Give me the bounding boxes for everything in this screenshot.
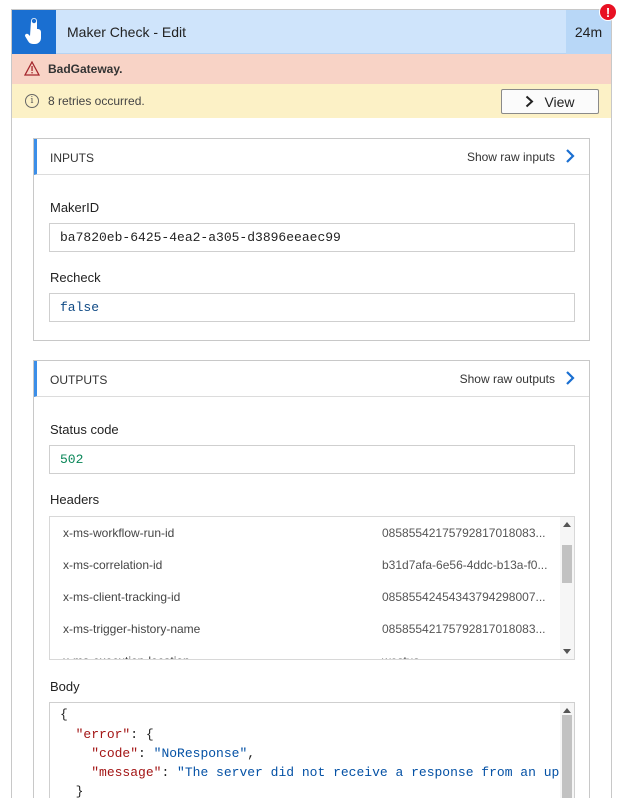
inputs-title: INPUTS — [50, 151, 95, 165]
warning-icon — [24, 61, 40, 76]
action-card: Maker Check - Edit 24m BadGateway. i 8 r… — [11, 9, 612, 798]
body-code-box[interactable]: { "error": { "code": "NoResponse", "mess… — [49, 702, 575, 798]
json-key: "message" — [91, 765, 162, 780]
scroll-thumb[interactable] — [562, 545, 572, 583]
code-line: } — [60, 784, 84, 798]
scroll-up-icon[interactable] — [563, 522, 571, 527]
header-row: x-ms-workflow-run-id 0858554217579281701… — [50, 517, 560, 549]
scroll-down-icon[interactable] — [563, 649, 571, 654]
header-row: x-ms-trigger-history-name 08585542175792… — [50, 613, 560, 645]
retry-banner: i 8 retries occurred. View — [12, 84, 611, 118]
header-key: x-ms-trigger-history-name — [63, 622, 201, 636]
body-label: Body — [50, 679, 80, 694]
code-line: "message": "The server did not receive a… — [60, 765, 575, 780]
scroll-up-icon[interactable] — [563, 708, 571, 713]
json-key: "error" — [75, 727, 131, 742]
body-scrollbar[interactable] — [560, 703, 574, 798]
outputs-header: OUTPUTS Show raw outputs — [34, 361, 589, 397]
makerid-value: ba7820eb-6425-4ea2-a305-d3896eeaec99 — [49, 223, 575, 252]
outputs-section: OUTPUTS Show raw outputs Status code 502… — [33, 360, 590, 798]
json-key: "code" — [91, 746, 139, 761]
header-row: x-ms-client-tracking-id 0858554245434379… — [50, 581, 560, 613]
outputs-title: OUTPUTS — [50, 373, 108, 387]
header-key: x-ms-client-tracking-id — [63, 590, 181, 604]
code-line: "error": { — [60, 727, 154, 742]
header-value: 08585542175792817018083... — [382, 526, 546, 540]
header-key: x-ms-correlation-id — [63, 558, 163, 572]
show-raw-inputs-link[interactable]: Show raw inputs — [467, 150, 555, 164]
inputs-header: INPUTS Show raw inputs — [34, 139, 589, 175]
header-row: x-ms-correlation-id b31d7afa-6e56-4ddc-b… — [50, 549, 560, 581]
header-value: westus — [382, 654, 419, 659]
headers-table[interactable]: x-ms-workflow-run-id 0858554217579281701… — [49, 516, 575, 660]
headers-scrollbar[interactable] — [560, 517, 574, 659]
header-key: x-ms-workflow-run-id — [63, 526, 175, 540]
headers-label: Headers — [50, 492, 100, 507]
makerid-label: MakerID — [50, 200, 100, 215]
action-header[interactable]: Maker Check - Edit 24m — [12, 10, 611, 54]
error-text: BadGateway. — [48, 62, 123, 76]
header-key: x-ms-execution-location — [63, 654, 190, 659]
show-raw-outputs-link[interactable]: Show raw outputs — [460, 372, 555, 386]
status-code-label: Status code — [50, 422, 119, 437]
brace: { — [60, 707, 68, 722]
json-punct: : { — [130, 727, 154, 742]
body-wrapper: { "error": { "code": "NoResponse", "mess… — [34, 702, 591, 798]
json-string: "NoResponse" — [153, 746, 248, 761]
status-code-value: 502 — [49, 445, 575, 474]
header-row: x-ms-execution-location westus — [50, 645, 560, 659]
recheck-label: Recheck — [50, 270, 101, 285]
inputs-section: INPUTS Show raw inputs MakerID ba7820eb-… — [33, 138, 590, 341]
json-string: "The server did not receive a response f… — [177, 765, 575, 780]
alert-badge-icon: ! — [599, 3, 617, 21]
error-banner: BadGateway. — [12, 54, 611, 84]
touch-hand-icon — [12, 10, 56, 54]
chevron-right-icon — [526, 95, 534, 108]
header-value: 08585542175792817018083... — [382, 622, 546, 636]
chevron-right-icon[interactable] — [565, 148, 575, 164]
recheck-value: false — [49, 293, 575, 322]
header-value: b31d7afa-6e56-4ddc-b13a-f0... — [382, 558, 548, 572]
view-retries-button[interactable]: View — [501, 89, 599, 114]
view-label: View — [544, 93, 575, 110]
action-title: Maker Check - Edit — [67, 24, 187, 40]
code-line: { — [60, 707, 68, 722]
retry-text: 8 retries occurred. — [48, 94, 145, 108]
header-value: 08585542454343794298007... — [382, 590, 546, 604]
info-icon: i — [25, 94, 39, 108]
code-line: "code": "NoResponse", — [91, 746, 256, 761]
chevron-right-icon[interactable] — [565, 370, 575, 386]
brace: } — [75, 784, 84, 798]
scroll-thumb[interactable] — [562, 715, 572, 798]
